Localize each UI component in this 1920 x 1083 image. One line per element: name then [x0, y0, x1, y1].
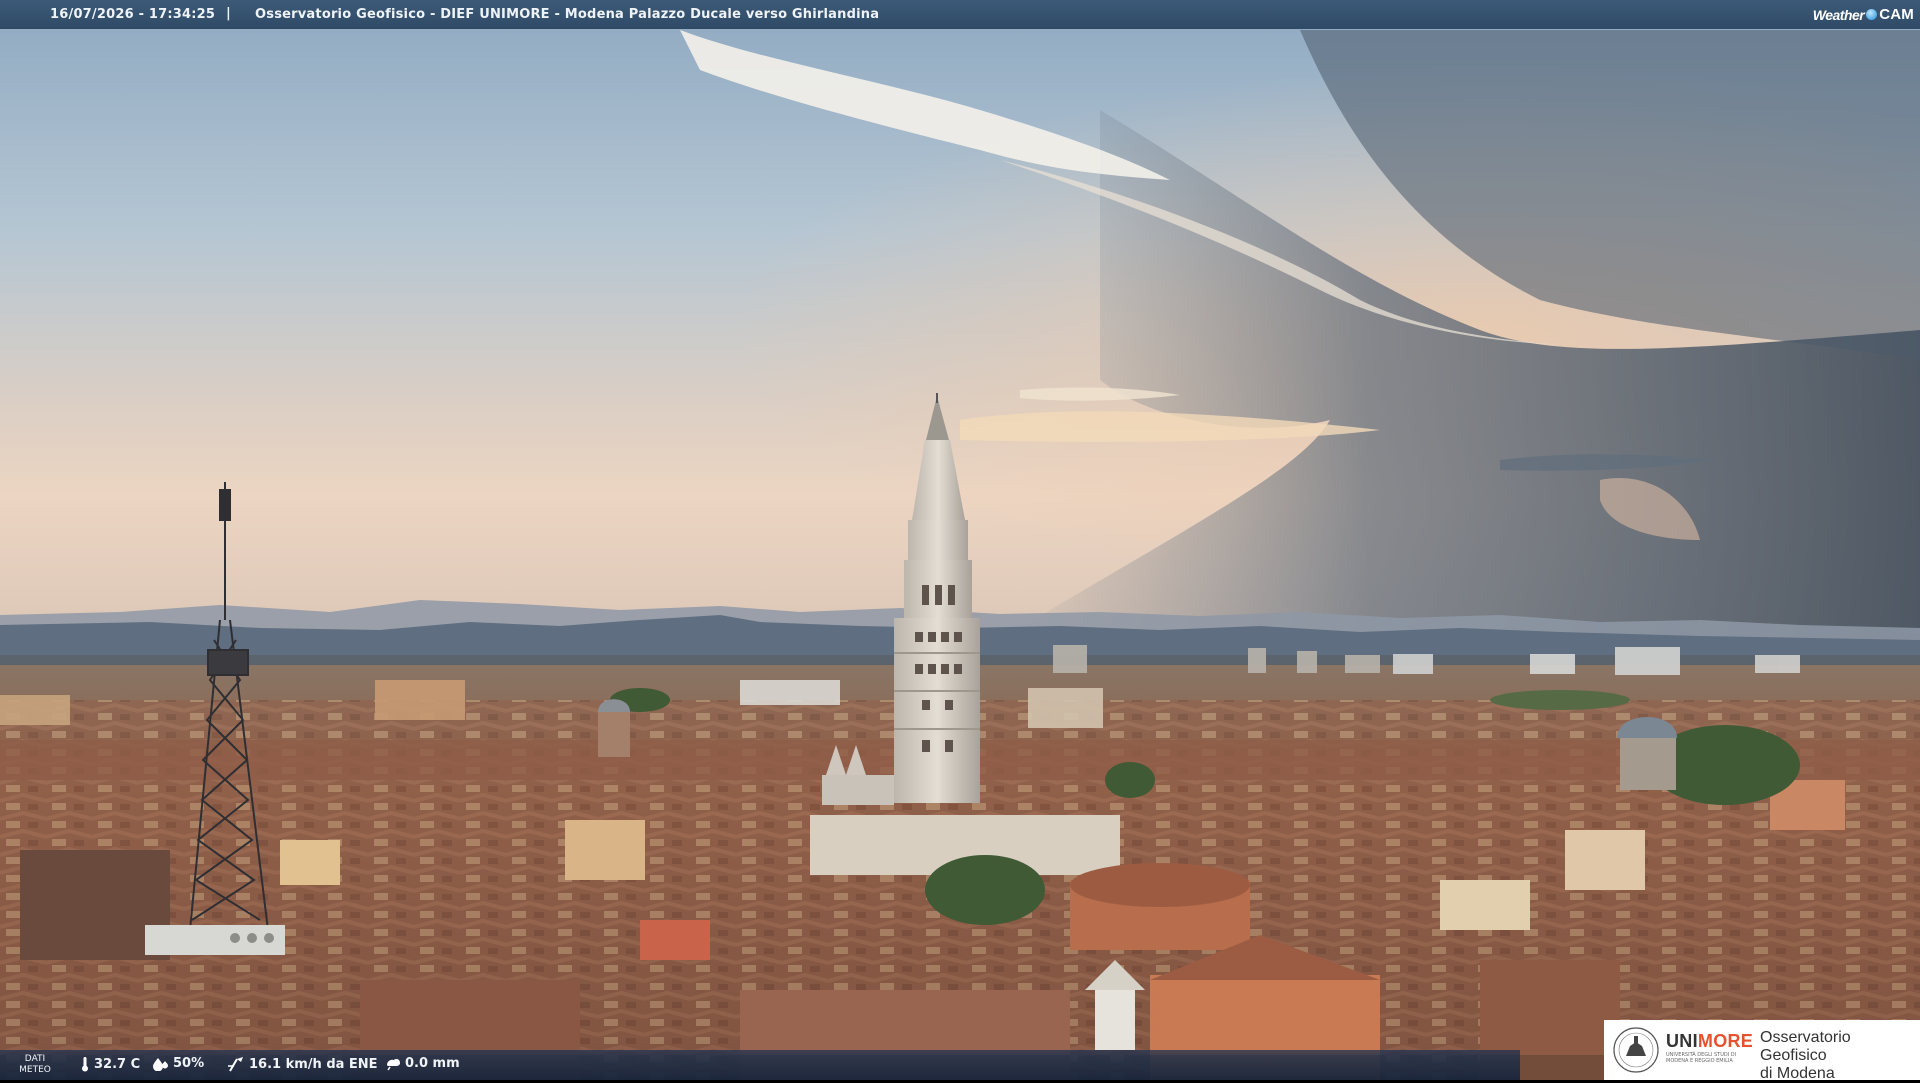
wind-reading: 16.1 km/h da ENE [227, 1056, 378, 1072]
humidity-value: 50% [173, 1056, 205, 1071]
brand-weather: Weather [1812, 6, 1865, 23]
unimore-wordmark: UNIMORE [1666, 1031, 1754, 1051]
university-seal-icon [1613, 1027, 1659, 1073]
wind-icon [228, 1057, 243, 1072]
temperature-reading: 32.7 C [80, 1056, 140, 1072]
unimore-subtitle: UNIVERSITÀ DEGLI STUDI DI MODENA E REGGI… [1666, 1052, 1737, 1064]
weathercam-logo[interactable]: Weather CAM [1805, 0, 1920, 29]
webcam-photo [0, 0, 1920, 1080]
camera-title: Osservatorio Geofisico - DIEF UNIMORE - … [255, 7, 880, 22]
humidity-reading: 50% [153, 1056, 204, 1071]
header-separator: | [226, 6, 231, 21]
temperature-value: 32.7 C [94, 1056, 141, 1072]
globe-icon [1866, 9, 1878, 20]
weather-data-bar: DATI METEO 32.7 C 50% 16.1 km/h da ENE 0… [0, 1050, 1520, 1080]
timestamp: 16/07/2026 - 17:34:25 [50, 7, 216, 22]
rain-icon [387, 1058, 400, 1070]
rain-reading: 0.0 mm [385, 1056, 460, 1071]
brand-cam: CAM [1879, 6, 1914, 23]
unimore-logo[interactable]: UNIMORE UNIVERSITÀ DEGLI STUDI DI MODENA… [1604, 1020, 1920, 1082]
weather-label: DATI METEO [19, 1054, 51, 1075]
observatory-name: Osservatorio Geofisico di Modena [1760, 1029, 1851, 1082]
humidity-icon [153, 1057, 168, 1071]
wind-value: 16.1 km/h da ENE [249, 1056, 378, 1072]
thermometer-icon [82, 1057, 88, 1072]
rain-value: 0.0 mm [405, 1056, 460, 1071]
camera-header-bar: 16/07/2026 - 17:34:25 | Osservatorio Geo… [0, 0, 1920, 29]
